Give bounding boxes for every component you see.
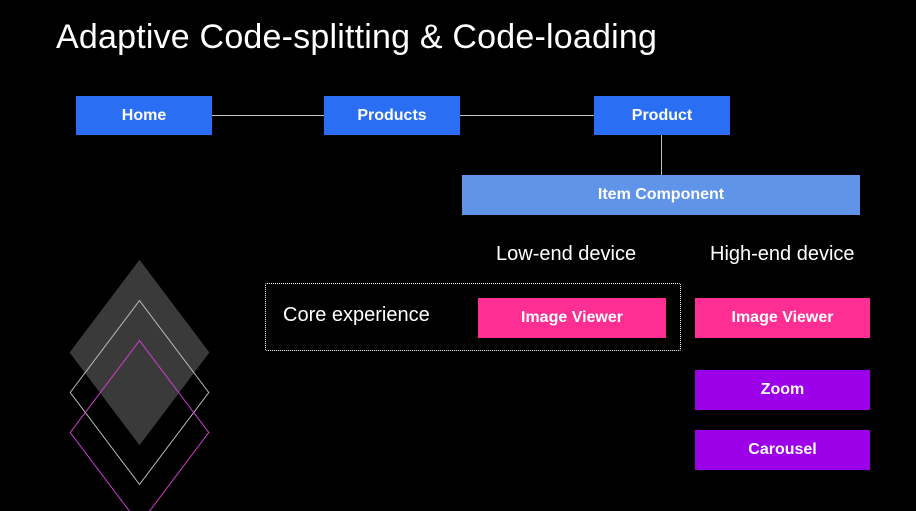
node-product-label: Product [632,107,692,125]
high-zoom-label: Zoom [761,381,805,399]
connector-products-product [460,115,594,116]
connector-home-products [212,115,324,116]
low-image-viewer-label: Image Viewer [521,309,623,327]
page-title: Adaptive Code-splitting & Code-loading [56,18,657,57]
stacked-layers-icon [27,285,237,495]
node-home-label: Home [122,107,166,125]
node-high-image-viewer: Image Viewer [695,298,870,338]
high-image-viewer-label: Image Viewer [732,309,834,327]
high-carousel-label: Carousel [748,441,816,459]
label-low-end: Low-end device [496,243,636,266]
node-low-image-viewer: Image Viewer [478,298,666,338]
node-home: Home [76,96,212,135]
label-high-end: High-end device [710,243,855,266]
label-core: Core experience [283,304,430,327]
diagram-stage: Adaptive Code-splitting & Code-loading H… [0,0,916,511]
node-product: Product [594,96,730,135]
node-high-carousel: Carousel [695,430,870,470]
node-item-component: Item Component [462,175,860,215]
node-products-label: Products [357,107,426,125]
connector-product-item [661,135,662,175]
item-component-label: Item Component [598,186,724,204]
node-products: Products [324,96,460,135]
node-high-zoom: Zoom [695,370,870,410]
